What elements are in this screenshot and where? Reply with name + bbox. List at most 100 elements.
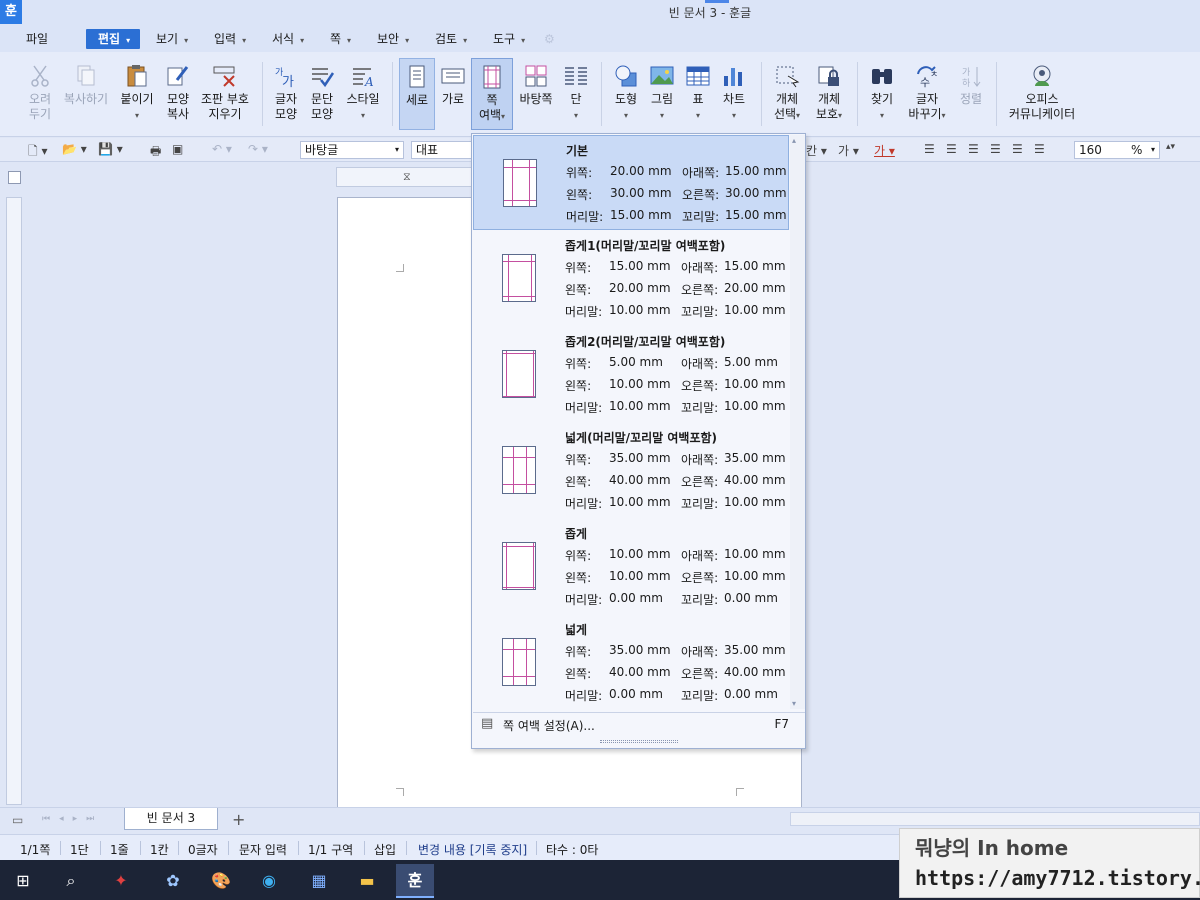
landscape-button[interactable]: 가로 (437, 58, 469, 130)
search-icon[interactable]: ⌕ (52, 864, 90, 898)
object-protect-dropdown-icon[interactable]: ▾ (838, 111, 842, 120)
menu-page[interactable]: 쪽 ▾ (326, 29, 355, 49)
margin-preset-item[interactable]: 기본 위쪽: 20.00 mm 아래쪽: 15.00 mm 왼쪽: 30.00 mm 오른쪽:… (473, 135, 789, 230)
window-title: 빈 문서 3 - 훈글 (668, 6, 752, 20)
menu-view[interactable]: 보기 ▾ (152, 29, 192, 49)
undo-icon[interactable]: ↶ ▾ (212, 142, 232, 156)
margin-preset-item[interactable]: 좁게 위쪽: 10.00 mm 아래쪽: 10.00 mm 왼쪽: 10.00 mm 오른쪽:… (473, 519, 789, 614)
redo-icon[interactable]: ↷ ▾ (248, 142, 268, 156)
menu-file[interactable]: 파일 (22, 29, 52, 49)
char-spacing-icon[interactable]: 칸 ▾ (806, 142, 827, 159)
app-palette-icon[interactable]: 🎨 (202, 864, 240, 898)
menu-security[interactable]: 보안 ▾ (373, 29, 413, 49)
page-list-icon[interactable]: ▭ (12, 813, 23, 827)
horizontal-ruler[interactable]: ⧖ (336, 167, 476, 187)
chart-dropdown-icon[interactable]: ▾ (732, 111, 736, 120)
status-input-mode[interactable]: 문자 입력 (239, 841, 287, 858)
align-right-icon[interactable]: ☰ (990, 142, 1001, 156)
style-dropdown-icon[interactable]: ▾ (361, 111, 365, 120)
margin-preset-item[interactable]: 넓게 위쪽: 35.00 mm 아래쪽: 35.00 mm 왼쪽: 40.00 mm 오른쪽:… (473, 615, 789, 710)
columns-dropdown-icon[interactable]: ▾ (574, 111, 578, 120)
hangul-app-icon[interactable]: 훈 (396, 864, 434, 898)
align-left-icon[interactable]: ☰ (946, 142, 957, 156)
background-page-button[interactable]: 바탕쪽 (516, 58, 556, 130)
menu-edit[interactable]: 편집 ▾ (86, 29, 140, 49)
picture-dropdown-icon[interactable]: ▾ (660, 111, 664, 120)
margin-settings-item[interactable]: ▤ 쪽 여백 설정(A)... F7 (473, 712, 805, 734)
align-distribute-icon[interactable]: ☰ (1012, 142, 1023, 156)
copy-button[interactable]: 복사하기 (62, 58, 110, 130)
zoom-spin-icon[interactable]: ▴▾ (1166, 142, 1175, 152)
scroll-up-icon[interactable]: ▴ (792, 136, 796, 145)
page-margin-dropdown-icon[interactable]: ▾ (501, 112, 505, 121)
style-button[interactable]: A 스타일 ▾ (343, 58, 383, 130)
dropdown-scrollbar[interactable]: ▴ ▾ (790, 135, 805, 709)
add-tab-icon[interactable]: + (232, 810, 245, 829)
cut-button[interactable]: 오려 두기 (24, 58, 56, 130)
object-select-dropdown-icon[interactable]: ▾ (796, 111, 800, 120)
sort-button[interactable]: 가하 정렬 (954, 58, 988, 130)
dropdown-resize-grip[interactable] (600, 740, 678, 743)
menu-tools[interactable]: 도구 ▾ (489, 29, 529, 49)
style-select[interactable]: 바탕글 ▾ (300, 141, 404, 159)
office-communicator-button[interactable]: 오피스 커뮤니케이터 (1004, 58, 1080, 130)
para-shape-button[interactable]: 문단 모양 (306, 58, 338, 130)
align-divide-icon[interactable]: ☰ (1034, 142, 1045, 156)
table-dropdown-icon[interactable]: ▾ (696, 111, 700, 120)
menu-format[interactable]: 서식 ▾ (268, 29, 308, 49)
margin-preset-item[interactable]: 좁게1(머리말/꼬리말 여백포함) 위쪽: 15.00 mm 아래쪽: 15.00 mm… (473, 231, 789, 326)
document-tab[interactable]: 빈 문서 3 (124, 808, 218, 830)
windows-start-icon[interactable]: ⊞ (4, 864, 42, 898)
paste-dropdown-icon[interactable]: ▾ (135, 111, 139, 120)
preview-icon[interactable]: ▣ (172, 142, 183, 156)
replace-button[interactable]: 수ㅊ 글자 바꾸기▾ (904, 58, 950, 130)
margin-value: 35.00 mm (724, 643, 786, 657)
char-shape-button[interactable]: 가가 글자 모양 (270, 58, 302, 130)
clear-codes-button[interactable]: 조판 부호 지우기 (200, 58, 250, 130)
object-protect-button[interactable]: 개체 보호▾ (810, 58, 848, 130)
menu-review[interactable]: 검토 ▾ (431, 29, 471, 49)
table-button[interactable]: 표 ▾ (682, 58, 714, 130)
new-doc-icon[interactable]: 🗋 ▾ (28, 142, 48, 163)
status-track-changes[interactable]: 변경 내용 [기록 중지] (418, 841, 527, 858)
page-margin-button[interactable]: 쪽 여백▾ (471, 58, 513, 130)
app-paint-icon[interactable]: ✿ (154, 864, 192, 898)
margin-preset-item[interactable]: 좁게2(머리말/꼬리말 여백포함) 위쪽: 5.00 mm 아래쪽: 5.00 mm 왼쪽… (473, 327, 789, 422)
char-width-icon[interactable]: 가 ▾ (838, 142, 859, 159)
menu-insert[interactable]: 입력 ▾ (210, 29, 250, 49)
ruler-indent-marker[interactable]: ⧖ (403, 170, 411, 184)
font-color-icon[interactable]: 가 ▾ (874, 142, 895, 159)
save-icon[interactable]: 💾 ▾ (98, 142, 123, 156)
find-button[interactable]: 찾기 ▾ (864, 58, 900, 130)
app-tool-icon[interactable]: ✦ (102, 864, 140, 898)
vertical-ruler[interactable] (6, 197, 22, 805)
scroll-down-icon[interactable]: ▾ (792, 699, 796, 708)
font-select[interactable]: 대표 (411, 141, 473, 159)
picture-button[interactable]: 그림 ▾ (646, 58, 678, 130)
open-folder-icon[interactable]: 📂 ▾ (62, 142, 87, 156)
ruler-corner-button[interactable] (8, 171, 21, 184)
calculator-icon[interactable]: ▦ (300, 864, 338, 898)
file-explorer-icon[interactable]: ▬ (348, 864, 386, 898)
object-select-button[interactable]: 개체 선택▾ (768, 58, 806, 130)
margin-preset-item[interactable]: 넓게(머리말/꼬리말 여백포함) 위쪽: 35.00 mm 아래쪽: 35.00 mm 왼… (473, 423, 789, 518)
print-icon[interactable]: 🖶 (150, 142, 161, 163)
replace-dropdown-icon[interactable]: ▾ (942, 111, 946, 120)
zoom-select[interactable]: 160% ▾ (1074, 141, 1160, 159)
format-copy-button[interactable]: 모양 복사 (160, 58, 196, 130)
svg-text:수: 수 (920, 76, 930, 88)
shape-button[interactable]: 도형 ▾ (608, 58, 644, 130)
align-center-icon[interactable]: ☰ (968, 142, 979, 156)
horizontal-scrollbar[interactable] (790, 812, 1200, 826)
menu-extra-icon[interactable]: ⚙ (540, 29, 559, 49)
tab-nav-icon[interactable]: ⏮◂▸⏭ (42, 814, 103, 824)
shape-dropdown-icon[interactable]: ▾ (624, 111, 628, 120)
paste-button[interactable]: 붙이기 ▾ (117, 58, 157, 130)
align-justify-icon[interactable]: ☰ (924, 142, 935, 156)
columns-button[interactable]: 단 ▾ (560, 58, 592, 130)
find-dropdown-icon[interactable]: ▾ (880, 111, 884, 120)
edge-browser-icon[interactable]: ◉ (250, 864, 288, 898)
portrait-button[interactable]: 세로 (399, 58, 435, 130)
chart-button[interactable]: 차트 ▾ (718, 58, 750, 130)
status-insert-mode[interactable]: 삽입 (374, 841, 396, 858)
